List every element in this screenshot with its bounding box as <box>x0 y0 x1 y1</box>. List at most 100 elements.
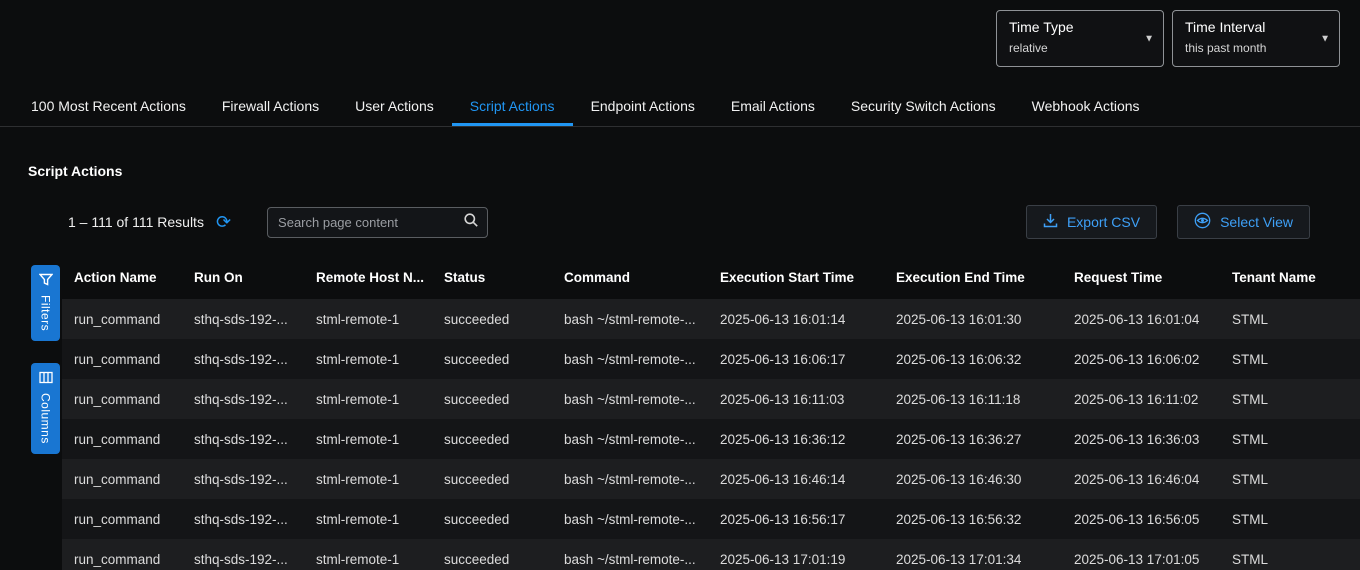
tab[interactable]: Email Actions <box>713 88 833 126</box>
column-header[interactable]: Command <box>552 255 708 299</box>
column-header[interactable]: Action Name <box>62 255 182 299</box>
export-csv-button[interactable]: Export CSV <box>1026 205 1157 239</box>
table-cell: 2025-06-13 16:11:18 <box>884 379 1062 419</box>
time-interval-label: Time Interval <box>1185 19 1315 35</box>
table-row[interactable]: run_commandsthq-sds-192-...stml-remote-1… <box>62 459 1360 499</box>
table-row[interactable]: run_commandsthq-sds-192-...stml-remote-1… <box>62 419 1360 459</box>
table-cell: bash ~/stml-remote-... <box>552 379 708 419</box>
filters-button[interactable]: Filters <box>31 265 60 341</box>
table-cell: run_command <box>62 339 182 379</box>
table-row[interactable]: run_commandsthq-sds-192-...stml-remote-1… <box>62 499 1360 539</box>
table-cell: succeeded <box>432 499 552 539</box>
tab[interactable]: Firewall Actions <box>204 88 337 126</box>
table-cell: 2025-06-13 16:46:04 <box>1062 459 1220 499</box>
toolbar: 1 – 111 of 111 Results ⟳ Export CSV <box>68 205 1310 239</box>
table-cell: bash ~/stml-remote-... <box>552 339 708 379</box>
table-cell: succeeded <box>432 339 552 379</box>
column-header[interactable]: Remote Host N... <box>304 255 432 299</box>
column-header[interactable]: Run On <box>182 255 304 299</box>
table-cell: 2025-06-13 16:56:17 <box>708 499 884 539</box>
table-cell: STML <box>1220 339 1360 379</box>
results-count: 1 – 111 of 111 Results <box>68 214 204 230</box>
table-cell: 2025-06-13 16:01:04 <box>1062 299 1220 339</box>
tab-bar: 100 Most Recent ActionsFirewall ActionsU… <box>0 88 1360 127</box>
tab[interactable]: Endpoint Actions <box>573 88 713 126</box>
tab[interactable]: Script Actions <box>452 88 573 126</box>
time-interval-dropdown[interactable]: Time Interval this past month ▼ <box>1172 10 1340 67</box>
table-cell: run_command <box>62 499 182 539</box>
table-cell: 2025-06-13 16:06:17 <box>708 339 884 379</box>
columns-button[interactable]: Columns <box>31 363 60 454</box>
table-cell: 2025-06-13 17:01:05 <box>1062 539 1220 570</box>
page-title: Script Actions <box>28 163 1360 179</box>
table-cell: bash ~/stml-remote-... <box>552 459 708 499</box>
table-cell: 2025-06-13 16:11:03 <box>708 379 884 419</box>
table-cell: run_command <box>62 299 182 339</box>
table-columns-icon <box>39 371 53 387</box>
table-cell: 2025-06-13 16:11:02 <box>1062 379 1220 419</box>
tab[interactable]: User Actions <box>337 88 452 126</box>
column-header[interactable]: Status <box>432 255 552 299</box>
table-cell: STML <box>1220 459 1360 499</box>
chevron-down-icon: ▼ <box>1144 33 1154 44</box>
table-cell: succeeded <box>432 419 552 459</box>
table-cell: stml-remote-1 <box>304 299 432 339</box>
table-cell: STML <box>1220 539 1360 570</box>
table-cell: succeeded <box>432 379 552 419</box>
refresh-icon[interactable]: ⟳ <box>216 213 231 231</box>
table-cell: bash ~/stml-remote-... <box>552 299 708 339</box>
table-cell: 2025-06-13 16:56:05 <box>1062 499 1220 539</box>
funnel-icon <box>39 273 53 289</box>
table-cell: 2025-06-13 16:06:32 <box>884 339 1062 379</box>
select-view-label: Select View <box>1220 214 1293 230</box>
column-header[interactable]: Execution End Time <box>884 255 1062 299</box>
table-cell: STML <box>1220 299 1360 339</box>
eye-icon <box>1194 212 1211 232</box>
select-view-button[interactable]: Select View <box>1177 205 1310 239</box>
table-cell: 2025-06-13 16:36:12 <box>708 419 884 459</box>
time-type-dropdown[interactable]: Time Type relative ▼ <box>996 10 1164 67</box>
table-cell: succeeded <box>432 299 552 339</box>
table-cell: 2025-06-13 16:46:30 <box>884 459 1062 499</box>
table-cell: sthq-sds-192-... <box>182 499 304 539</box>
table-row[interactable]: run_commandsthq-sds-192-...stml-remote-1… <box>62 379 1360 419</box>
tab[interactable]: Webhook Actions <box>1014 88 1158 126</box>
column-header[interactable]: Tenant Name <box>1220 255 1360 299</box>
chevron-down-icon: ▼ <box>1320 33 1330 44</box>
time-interval-value: this past month <box>1185 41 1315 55</box>
table-cell: sthq-sds-192-... <box>182 419 304 459</box>
table-cell: sthq-sds-192-... <box>182 459 304 499</box>
table-cell: bash ~/stml-remote-... <box>552 539 708 570</box>
time-type-value: relative <box>1009 41 1139 55</box>
time-type-label: Time Type <box>1009 19 1139 35</box>
table-cell: sthq-sds-192-... <box>182 379 304 419</box>
table-cell: bash ~/stml-remote-... <box>552 419 708 459</box>
table-cell: stml-remote-1 <box>304 419 432 459</box>
column-header[interactable]: Request Time <box>1062 255 1220 299</box>
table-row[interactable]: run_commandsthq-sds-192-...stml-remote-1… <box>62 299 1360 339</box>
table-cell: bash ~/stml-remote-... <box>552 499 708 539</box>
table-cell: 2025-06-13 17:01:34 <box>884 539 1062 570</box>
table-cell: STML <box>1220 499 1360 539</box>
table-cell: 2025-06-13 16:36:27 <box>884 419 1062 459</box>
column-header[interactable]: Execution Start Time <box>708 255 884 299</box>
side-buttons: Filters Columns <box>31 265 60 454</box>
columns-label: Columns <box>39 393 53 444</box>
tab[interactable]: 100 Most Recent Actions <box>13 88 204 126</box>
table-cell: run_command <box>62 539 182 570</box>
table-cell: 2025-06-13 16:46:14 <box>708 459 884 499</box>
table-cell: succeeded <box>432 539 552 570</box>
export-csv-label: Export CSV <box>1067 214 1140 230</box>
top-bar: Time Type relative ▼ Time Interval this … <box>0 0 1360 88</box>
table-cell: stml-remote-1 <box>304 339 432 379</box>
table-cell: stml-remote-1 <box>304 379 432 419</box>
search-input[interactable] <box>278 215 463 230</box>
table-cell: 2025-06-13 16:01:14 <box>708 299 884 339</box>
search-box[interactable] <box>267 207 488 238</box>
table-cell: STML <box>1220 379 1360 419</box>
table-row[interactable]: run_commandsthq-sds-192-...stml-remote-1… <box>62 339 1360 379</box>
tab[interactable]: Security Switch Actions <box>833 88 1014 126</box>
table-cell: succeeded <box>432 459 552 499</box>
table-cell: 2025-06-13 16:01:30 <box>884 299 1062 339</box>
table-row[interactable]: run_commandsthq-sds-192-...stml-remote-1… <box>62 539 1360 570</box>
